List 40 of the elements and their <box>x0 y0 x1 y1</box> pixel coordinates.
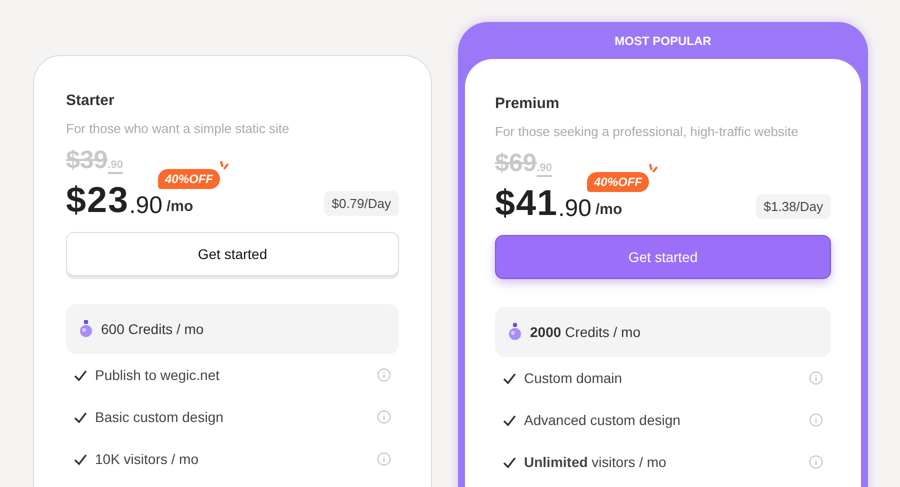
potion-icon <box>508 323 522 341</box>
get-started-button[interactable]: Get started <box>66 232 399 276</box>
feature-text: Basic custom design <box>95 408 224 427</box>
info-icon[interactable] <box>377 452 391 466</box>
info-icon[interactable] <box>809 413 823 427</box>
price-cents: .90 <box>558 197 592 221</box>
plan-name: Starter <box>66 91 116 111</box>
plan-description: For those seeking a professional, high-traffic website <box>495 122 800 141</box>
daily-price: $0.79/Day <box>324 190 399 216</box>
feature-text: Custom domain <box>524 368 624 388</box>
feature-text: Unlimited visitors / mo <box>524 452 668 472</box>
popular-label: MOST POPULAR <box>614 33 712 50</box>
sparkle-icon <box>218 160 227 170</box>
feature-text: 10K visitors / mo <box>95 450 200 468</box>
feature-text: Advanced custom design <box>524 410 682 430</box>
check-icon <box>74 412 87 422</box>
plan-description: For those who want a simple static site <box>66 120 290 138</box>
price-cents: .90 <box>129 194 162 218</box>
daily-price: $1.38/Day <box>756 194 831 219</box>
price-amount: $41 <box>495 185 558 221</box>
info-icon[interactable] <box>377 410 391 424</box>
check-icon <box>74 370 87 380</box>
info-icon[interactable] <box>809 455 823 469</box>
credits-text: 2000 Credits / mo <box>530 322 641 342</box>
check-icon <box>503 372 516 384</box>
potion-icon <box>79 320 93 338</box>
credits-text: 600 Credits / mo <box>101 320 204 338</box>
sparkle-icon <box>647 163 656 173</box>
feature-text: Publish to wegic.net <box>95 366 221 385</box>
check-icon <box>74 454 87 464</box>
price-period: /mo <box>166 196 194 216</box>
discount-badge: 40%OFF <box>587 172 650 192</box>
plan-name: Premium <box>495 94 560 114</box>
discount-badge: 40%OFF <box>158 169 220 189</box>
info-icon[interactable] <box>377 368 391 382</box>
check-icon <box>503 456 516 468</box>
price-period: /mo <box>595 200 622 220</box>
price-amount: $23 <box>66 182 130 218</box>
info-icon[interactable] <box>809 371 823 385</box>
check-icon <box>503 414 516 426</box>
